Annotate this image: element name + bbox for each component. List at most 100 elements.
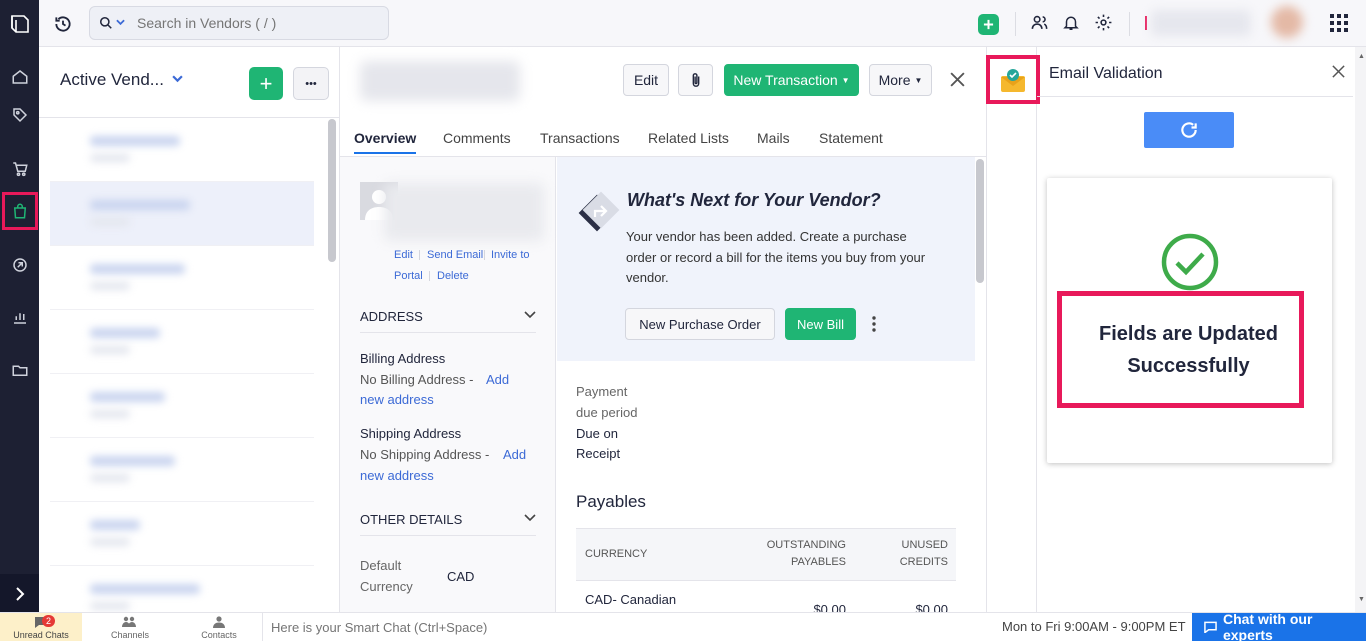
list-item[interactable]: [50, 438, 314, 502]
tab-overview[interactable]: Overview: [354, 130, 417, 154]
bottom-chat-bar: 2 Unread Chats Channels Contacts Mon to …: [0, 611, 1366, 643]
whats-next-text-line1: Your vendor has been added. Create a pur…: [626, 229, 907, 244]
email-validation-panel: Email Validation Fields are Updated Succ…: [986, 47, 1366, 612]
channels-people-icon: [122, 616, 136, 628]
list-item[interactable]: [50, 374, 314, 438]
documents-folder-icon[interactable]: [0, 350, 39, 390]
list-item[interactable]: [50, 118, 314, 182]
search-input[interactable]: [137, 13, 377, 33]
chat-icon: [1204, 621, 1217, 633]
billing-address-empty: No Billing Address -: [360, 372, 474, 387]
address-collapse-chevron-icon[interactable]: [524, 311, 536, 319]
search-icon[interactable]: [99, 16, 113, 30]
unread-chats-tab[interactable]: 2 Unread Chats: [0, 613, 82, 641]
contacts-tab[interactable]: Contacts: [172, 613, 262, 641]
settings-gear-icon[interactable]: [1094, 13, 1113, 32]
list-more-options-button[interactable]: •••: [293, 67, 329, 100]
items-tag-icon[interactable]: [0, 95, 39, 135]
tab-transactions[interactable]: Transactions: [540, 130, 620, 154]
col-outstanding-header-cont: PAYABLES: [790, 556, 846, 568]
users-referral-icon[interactable]: [1030, 13, 1049, 32]
list-item[interactable]: [50, 566, 314, 612]
panel-scrollbar-track[interactable]: ▲ ▼: [1355, 47, 1366, 612]
success-card: Fields are Updated Successfully: [1047, 178, 1332, 463]
user-avatar[interactable]: [1271, 6, 1303, 38]
success-check-icon: [1160, 232, 1220, 292]
next-steps-arrow-icon: [576, 190, 622, 236]
invite-to-portal-link[interactable]: Invite to: [491, 249, 530, 261]
list-item[interactable]: [50, 502, 314, 566]
add-shipping-address-link[interactable]: Add: [503, 447, 526, 462]
refresh-button[interactable]: [1144, 112, 1234, 148]
payment-label: Payment: [576, 384, 628, 399]
attach-button[interactable]: [678, 64, 713, 96]
recent-history-icon[interactable]: [51, 12, 75, 36]
list-item[interactable]: [50, 182, 314, 246]
other-details-collapse-chevron-icon[interactable]: [524, 514, 536, 522]
organization-name-blurred[interactable]: [1151, 10, 1251, 36]
shipping-address-label: Shipping Address: [360, 426, 462, 441]
scroll-down-arrow-icon[interactable]: ▼: [1358, 596, 1365, 603]
address-section-heading[interactable]: ADDRESS: [360, 309, 423, 324]
invite-to-portal-link-cont[interactable]: Portal: [394, 270, 423, 282]
notifications-bell-icon[interactable]: [1062, 13, 1080, 32]
contact-details-blurred: [384, 183, 544, 241]
smart-chat-input[interactable]: [271, 618, 631, 636]
sales-cart-icon[interactable]: [0, 149, 39, 189]
payment-value: Due on: [576, 426, 618, 441]
list-scrollbar[interactable]: [328, 119, 336, 262]
col-unused-header: UNUSED: [901, 539, 948, 551]
view-dropdown-chevron-icon[interactable]: [172, 75, 183, 83]
chat-with-experts-button[interactable]: Chat with our experts: [1192, 611, 1366, 643]
chat-with-experts-label: Chat with our experts: [1222, 611, 1313, 643]
tab-related-lists[interactable]: Related Lists: [648, 130, 729, 154]
paperclip-icon: [692, 73, 699, 87]
send-email-link[interactable]: Send Email: [427, 249, 483, 261]
search-box[interactable]: [89, 6, 389, 40]
home-icon[interactable]: [0, 57, 39, 97]
unread-count-badge: 2: [42, 615, 55, 627]
detail-scrollbar[interactable]: [976, 159, 984, 283]
contacts-label: Contacts: [201, 630, 237, 640]
list-view-title[interactable]: Active Vend...: [60, 70, 164, 90]
add-billing-address-link-cont[interactable]: new address: [360, 392, 434, 407]
reports-chart-icon[interactable]: [0, 297, 39, 337]
channels-tab[interactable]: Channels: [82, 613, 172, 641]
new-bill-button[interactable]: New Bill: [785, 308, 856, 340]
whats-next-text-line3: vendor.: [626, 270, 669, 285]
edit-button[interactable]: Edit: [623, 64, 669, 96]
new-vendor-button[interactable]: +: [249, 67, 283, 100]
default-currency-label: Default: [360, 558, 402, 573]
add-billing-address-link[interactable]: Add: [486, 372, 509, 387]
close-panel-icon[interactable]: [1331, 64, 1346, 79]
email-validation-extension-icon[interactable]: [986, 55, 1040, 104]
add-shipping-address-link-cont[interactable]: new address: [360, 468, 434, 483]
time-tracking-icon[interactable]: [0, 245, 39, 285]
divider: [484, 250, 485, 260]
scroll-up-arrow-icon[interactable]: ▲: [1358, 53, 1365, 60]
other-details-heading[interactable]: OTHER DETAILS: [360, 512, 462, 527]
app-launcher-grid-icon[interactable]: [1330, 14, 1348, 32]
unread-chats-label: Unread Chats: [13, 630, 69, 640]
vendor-detail-pane: Edit New Transaction ▼ More ▼ Overview C…: [340, 47, 986, 617]
app-logo-icon[interactable]: [0, 2, 39, 46]
list-item[interactable]: [50, 310, 314, 374]
tab-statement[interactable]: Statement: [819, 130, 883, 154]
new-transaction-button[interactable]: New Transaction ▼: [724, 64, 859, 96]
contact-edit-link[interactable]: Edit: [394, 249, 413, 261]
delete-contact-link[interactable]: Delete: [437, 270, 469, 282]
close-detail-icon[interactable]: [949, 71, 966, 88]
expand-rail-chevron-icon[interactable]: [0, 574, 39, 614]
more-options-vertical-icon[interactable]: [872, 316, 876, 332]
list-item[interactable]: [50, 246, 314, 310]
tab-comments[interactable]: Comments: [443, 130, 511, 154]
new-purchase-order-button[interactable]: New Purchase Order: [625, 308, 775, 340]
purchases-bag-icon[interactable]: [2, 192, 38, 230]
tab-mails[interactable]: Mails: [757, 130, 790, 154]
search-scope-chevron-icon[interactable]: [116, 19, 125, 26]
quick-create-plus-icon[interactable]: [978, 14, 999, 35]
more-actions-button[interactable]: More ▼: [869, 64, 932, 96]
vendor-list-pane: Active Vend... + •••: [39, 47, 340, 612]
divider: [419, 250, 420, 260]
org-indicator: [1145, 16, 1147, 30]
